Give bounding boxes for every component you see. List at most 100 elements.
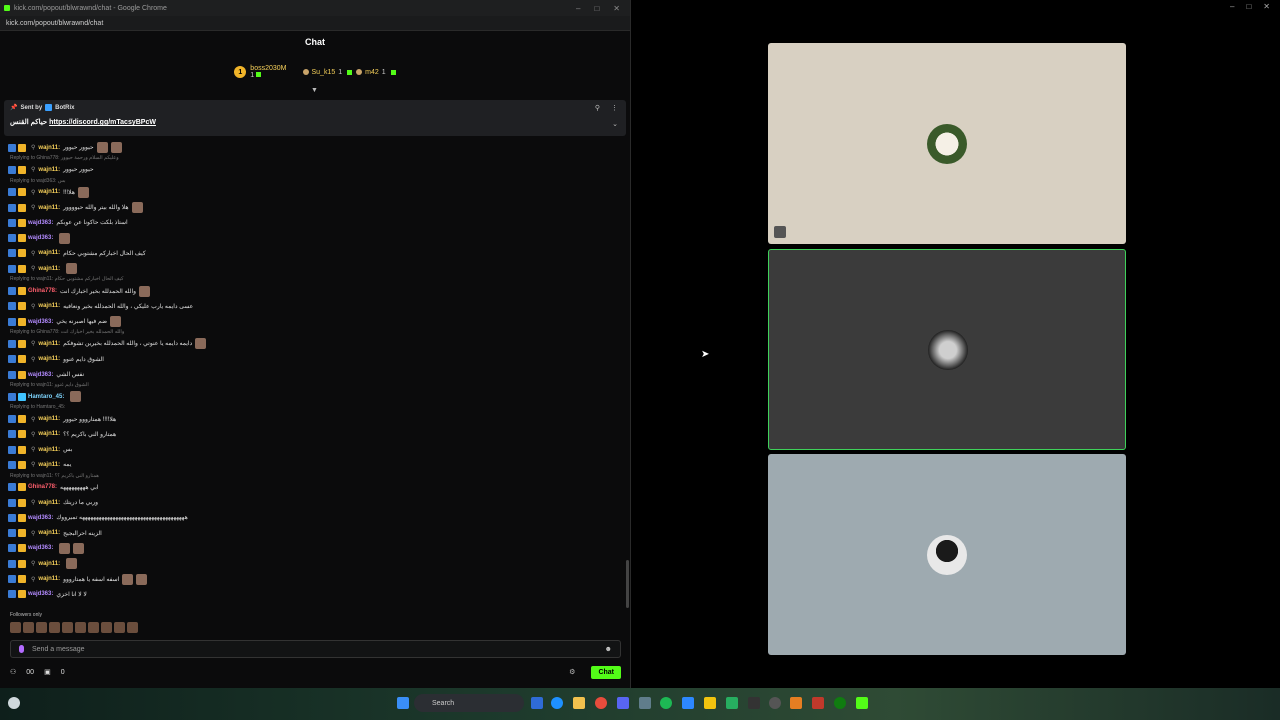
chat-username[interactable]: wajn11: [38,356,60,362]
chat-username[interactable]: wajn11: [38,561,60,567]
minimize-icon[interactable]: – [576,4,580,13]
leader-name[interactable]: Su_k15 [312,69,336,76]
screen-share-icon[interactable] [774,226,786,238]
chat-username[interactable]: wajd363: [28,591,53,597]
chat-username[interactable]: wajn11: [38,431,60,437]
chat-message[interactable]: ⚲ wajn11: كيف الحال اخباركم مشتوبي حكام [8,246,618,261]
chat-message[interactable]: ⚲ wajn11: وربي ما دريتك [8,495,618,510]
chat-username[interactable]: wajn11: [38,205,60,211]
chat-message[interactable]: Ghina778: والله الحمدلله بخير اخبارك انت [8,283,618,298]
chat-message[interactable]: wajd363: استاذ بلكت حاكونا عن عوبكم [8,215,618,230]
app-icon[interactable] [726,697,738,709]
chat-username[interactable]: wajn11: [38,462,60,468]
reply-context[interactable]: Replying to Ghina778: وعليكم السلام ورحم… [8,155,618,162]
chat-username[interactable]: wajn11: [38,500,60,506]
chat-username[interactable]: wajn11: [38,530,60,536]
bot-name[interactable]: BotRix [55,105,74,111]
chat-username[interactable]: wajn11: [38,576,60,582]
chat-username[interactable]: wajd363: [28,515,53,521]
reply-context[interactable]: Replying to Ghina778: والله الحمدلله بخي… [8,329,618,336]
chat-message[interactable]: ⚲ wajn11: عسى دايمه يارب عليكي ، والله الح… [8,299,618,314]
reply-context[interactable]: Replying to wajn11: كيف الحال اخباركم مش… [8,276,618,283]
chat-message[interactable]: ⚲ wajn11: دايمه دايمه يا عنوتي ، والله الح… [8,336,618,351]
chat-message[interactable]: ⚲ wajn11: !!!هلا [8,185,618,200]
chat-message[interactable]: wajd363: نفس الشي [8,367,618,382]
close-icon[interactable]: ✕ [613,4,620,13]
chrome-icon[interactable] [595,697,607,709]
app-icon[interactable] [790,697,802,709]
chat-message[interactable]: wajd363: [8,230,618,245]
emoji-icon[interactable]: ☻ [605,646,612,653]
chat-username[interactable]: wajn11: [38,167,60,173]
chat-message[interactable]: Ghina778: ابي هههههههههه [8,480,618,495]
maximize-icon[interactable]: □ [1246,2,1251,11]
chat-username[interactable]: Ghina778: [28,288,57,294]
chat-message[interactable]: Hamtaro_45: [8,389,618,404]
message-input[interactable]: Send a message ☻ [10,640,621,658]
participant-tile[interactable] [768,454,1126,655]
chat-message[interactable]: ⚲ wajn11: الزينه احرالبجيج [8,526,618,541]
expand-leaderboard-icon[interactable]: ▼ [311,87,319,94]
chat-message[interactable]: ⚲ wajn11: الشوق دايم غنوو [8,352,618,367]
chat-username[interactable]: wajd363: [28,372,53,378]
minimize-icon[interactable]: – [1230,2,1234,11]
chat-messages[interactable]: ⚲ wajn11: حيوور حيوور Replying to Ghina778:… [8,140,618,620]
chat-message[interactable]: ⚲ wajn11: اسفه اسفه يا همتارووو [8,571,618,586]
chat-username[interactable]: Ghina778: [28,484,57,490]
app-icon[interactable] [682,697,694,709]
chat-message[interactable]: ⚲ wajn11: حيوور حيوور [8,162,618,177]
app-icon[interactable] [769,697,781,709]
discord-icon[interactable] [617,697,629,709]
participant-tile-active[interactable] [768,249,1126,450]
chat-message[interactable]: ⚲ wajn11: هلا والله بيتر والله حيوووور [8,200,618,215]
chat-message[interactable]: wajd363: [8,541,618,556]
file-explorer-icon[interactable] [573,697,585,709]
kick-icon[interactable] [856,697,868,709]
reply-context[interactable]: Replying to wajn11: الشوق دايم غنوو [8,382,618,389]
chevron-down-icon[interactable]: ⌄ [612,120,618,128]
chat-username[interactable]: wajn11: [38,266,60,272]
chat-message[interactable]: ⚲ wajn11: حيوور حيوور [8,140,618,155]
gear-icon[interactable]: ⚙ [569,668,575,676]
app-icon[interactable] [748,697,760,709]
chat-username[interactable]: wajd363: [28,319,53,325]
address-bar[interactable]: kick.com/popout/blwrawnd/chat [0,16,630,31]
chat-username[interactable]: wajd363: [28,545,53,551]
chat-message[interactable]: ⚲ wajn11: يمه [8,457,618,472]
app-icon[interactable] [812,697,824,709]
task-view-icon[interactable] [531,697,543,709]
mic-icon[interactable] [19,645,24,653]
maximize-icon[interactable]: □ [594,4,599,13]
chat-message[interactable]: ⚲ wajn11: هلا!!!! همتارووو حيوور [8,411,618,426]
chat-username[interactable]: wajn11: [38,250,60,256]
pinned-link[interactable]: https://discord.gg/mTacsyBPcW [49,119,156,126]
url-text[interactable]: kick.com/popout/blwrawnd/chat [6,20,103,27]
participant-tile[interactable] [768,43,1126,244]
chat-message[interactable]: wajd363: ضم فيها اصبرنه يخي [8,314,618,329]
chat-username[interactable]: wajd363: [28,220,53,226]
search-label[interactable]: Search [432,700,454,707]
chat-username[interactable]: wajn11: [38,189,60,195]
spotify-icon[interactable] [660,697,672,709]
edge-icon[interactable] [551,697,563,709]
chat-message[interactable]: ⚲ wajn11: [8,261,618,276]
chat-username[interactable]: wajn11: [38,145,60,151]
reply-context[interactable]: Replying to wajd363: بس [8,178,618,185]
steam-icon[interactable] [639,697,651,709]
chat-message[interactable]: ⚲ wajn11: همتارو الني باكريم ؟؟ [8,427,618,442]
gift-box-icon[interactable]: ▣ [44,668,51,676]
leader-first[interactable]: 1 boss2030M 1 [234,65,287,79]
chat-message[interactable]: wajd363: لا لا انا اخزي [8,587,618,602]
chat-message[interactable]: ⚲ wajn11: بس [8,442,618,457]
reply-context[interactable]: Replying to wajn11: همتارو الني باكريم ؟… [8,473,618,480]
taskbar-search[interactable]: Search [414,694,524,712]
xbox-icon[interactable] [834,697,846,709]
chat-message[interactable]: ⚲ wajn11: [8,556,618,571]
leader-name[interactable]: m42 [365,69,379,76]
chat-username[interactable]: Hamtaro_45: [28,394,64,400]
pin-icon[interactable]: ⚲ [595,104,600,112]
chat-username[interactable]: wajn11: [38,416,60,422]
more-options-icon[interactable]: ⋮ [611,104,618,112]
chat-username[interactable]: wajn11: [38,341,60,347]
scrollbar[interactable] [626,560,629,608]
